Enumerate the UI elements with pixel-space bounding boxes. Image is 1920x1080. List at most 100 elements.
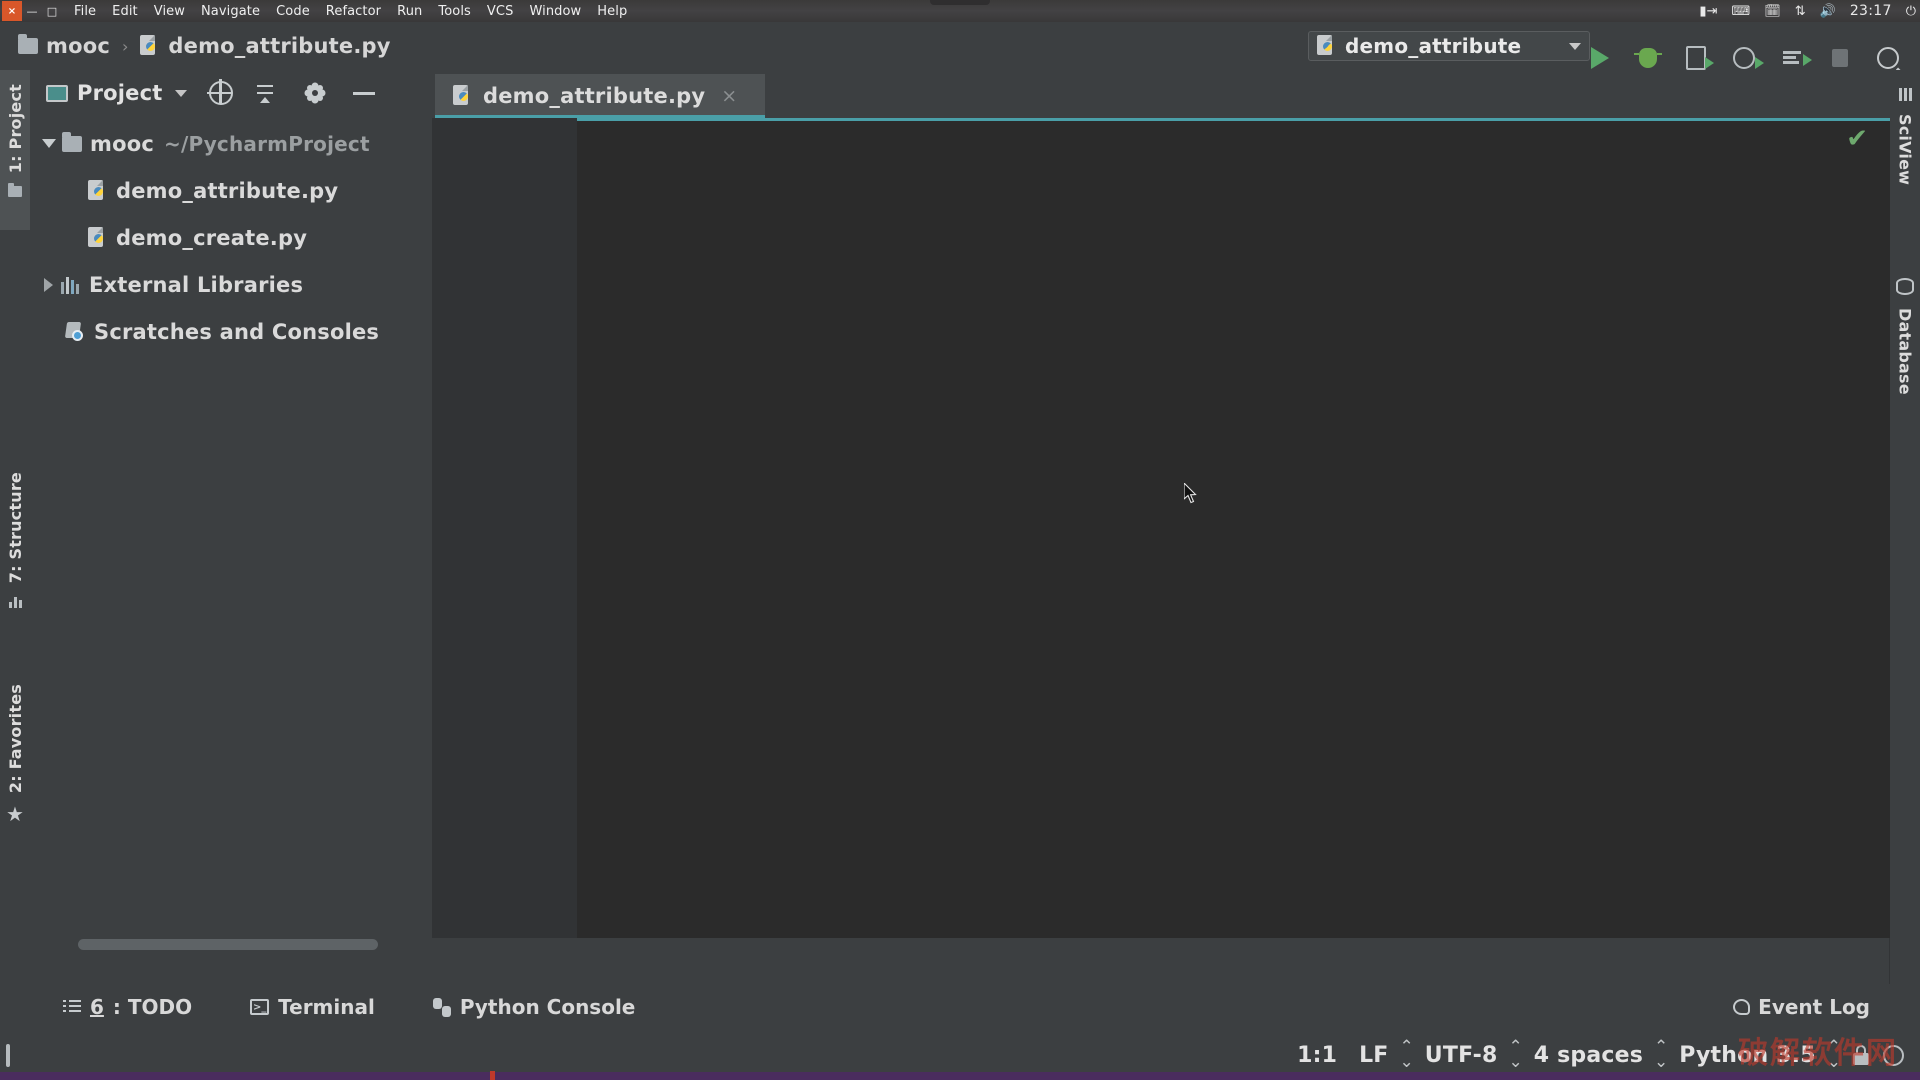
breadcrumb-item-file[interactable]: demo_attribute.py: [134, 32, 396, 60]
close-icon[interactable]: ×: [721, 85, 737, 107]
bottom-item-todo[interactable]: 6 : TODO: [63, 995, 192, 1019]
mouse-pointer-icon: [1184, 483, 1197, 504]
tree-item-label: mooc: [90, 131, 154, 156]
chevron-right-icon[interactable]: [44, 277, 53, 292]
tree-row-external-libraries[interactable]: External Libraries: [30, 261, 432, 308]
chevron-down-icon: [1569, 42, 1581, 50]
window-notch: [930, 0, 990, 5]
search-everywhere-button[interactable]: [1876, 46, 1900, 70]
menu-item-code[interactable]: Code: [276, 4, 310, 19]
menu-item-navigate[interactable]: Navigate: [201, 4, 260, 19]
sidebar-item-sciview[interactable]: SciView: [1890, 78, 1920, 238]
event-log-button[interactable]: Event Log: [1733, 995, 1870, 1019]
chevron-updown-icon: ⌃ ⌄: [1508, 1036, 1523, 1072]
network-updown-icon[interactable]: ⇅: [1795, 5, 1806, 18]
menu-item-run[interactable]: Run: [397, 4, 422, 19]
python-config-icon: [1317, 35, 1337, 57]
tree-item-label: demo_create.py: [116, 225, 308, 250]
console-run-icon: [1783, 51, 1812, 66]
bottom-item-python-console[interactable]: Python Console: [432, 995, 635, 1019]
menu-item-vcs[interactable]: VCS: [487, 4, 514, 19]
tab-demo-attribute[interactable]: demo_attribute.py ×: [435, 74, 765, 118]
bug-icon: [1634, 48, 1662, 68]
code-editor[interactable]: ✔: [432, 118, 1890, 938]
menu-item-help[interactable]: Help: [597, 4, 627, 19]
tree-row-scratches[interactable]: Scratches and Consoles: [30, 308, 432, 355]
main-menu: File Edit View Navigate Code Refactor Ru…: [74, 4, 627, 19]
breadcrumb: mooc › demo_attribute.py: [12, 32, 397, 60]
run-with-console-button[interactable]: [1780, 46, 1812, 70]
stop-button[interactable]: [1828, 46, 1852, 70]
database-icon: [1896, 278, 1914, 295]
system-clock[interactable]: 23:17: [1850, 4, 1892, 18]
sidebar-item-label: 7: Structure: [5, 472, 25, 584]
gear-icon[interactable]: [305, 83, 325, 103]
project-horizontal-scrollbar[interactable]: [78, 939, 378, 950]
tree-item-label: demo_attribute.py: [116, 178, 339, 203]
scratches-icon: [64, 321, 86, 342]
checkmark-icon[interactable]: ✔: [1846, 126, 1868, 152]
bottom-item-label: : TODO: [112, 995, 193, 1019]
collapse-all-icon[interactable]: [255, 83, 275, 103]
keyboard-icon[interactable]: ⌨: [1731, 5, 1750, 18]
smiley-icon[interactable]: [1883, 1044, 1904, 1066]
project-window-icon: [46, 84, 68, 102]
volume-icon[interactable]: 🔊: [1820, 5, 1836, 18]
file-encoding[interactable]: UTF-8: [1414, 1043, 1509, 1068]
maximize-window-icon: [6, 1043, 10, 1067]
sidebar-item-favorites[interactable]: 2: Favorites ★: [0, 670, 30, 840]
run-button[interactable]: [1588, 46, 1612, 70]
debug-button[interactable]: [1634, 46, 1662, 70]
project-panel-title: Project: [77, 81, 163, 105]
bottom-item-index: 6: [90, 995, 104, 1019]
sidebar-item-structure[interactable]: 7: Structure: [0, 458, 30, 638]
stop-icon: [1832, 49, 1848, 67]
editor-gutter[interactable]: [432, 118, 577, 938]
minimize-window-button[interactable]: —: [22, 1, 42, 21]
bottom-accent-line: [0, 1072, 1920, 1080]
run-configuration-selector[interactable]: demo_attribute: [1308, 31, 1590, 61]
tree-row-demo-attribute[interactable]: demo_attribute.py: [30, 167, 432, 214]
menu-item-window[interactable]: Window: [529, 4, 581, 19]
power-icon[interactable]: ⏻: [1906, 5, 1916, 18]
tree-row-demo-create[interactable]: demo_create.py: [30, 214, 432, 261]
breadcrumb-item-mooc[interactable]: mooc: [12, 32, 116, 60]
tree-row-mooc[interactable]: mooc ~/PycharmProject: [30, 120, 432, 167]
run-with-coverage-button[interactable]: [1684, 46, 1714, 70]
toggle-toolwindows-button[interactable]: [6, 1043, 10, 1067]
keyboard-switch-icon[interactable]: ▮⇥: [1699, 5, 1717, 18]
menu-item-file[interactable]: File: [74, 4, 96, 19]
target-icon[interactable]: [206, 79, 233, 105]
coverage-icon: [1686, 46, 1714, 70]
status-bar: 1:1 LF ⌃ ⌄ UTF-8 ⌃ ⌄ 4 spaces ⌃ ⌄ Python 3.…: [0, 1030, 1920, 1080]
lock-icon[interactable]: [1853, 1045, 1869, 1065]
chevron-down-icon[interactable]: [42, 139, 56, 148]
editor-text-area[interactable]: [577, 121, 1890, 938]
menu-item-edit[interactable]: Edit: [112, 4, 138, 19]
line-separator[interactable]: LF: [1348, 1043, 1399, 1068]
menu-item-refactor[interactable]: Refactor: [326, 4, 381, 19]
sidebar-item-database[interactable]: Database: [1890, 268, 1920, 438]
status-bar-items: 1:1 LF ⌃ ⌄ UTF-8 ⌃ ⌄ 4 spaces ⌃ ⌄ Python 3.…: [1286, 1036, 1904, 1072]
indent-setting[interactable]: 4 spaces: [1523, 1043, 1654, 1068]
maximize-window-button[interactable]: □: [42, 1, 62, 21]
close-window-button[interactable]: ×: [2, 1, 22, 21]
caret-position[interactable]: 1:1: [1286, 1043, 1348, 1068]
project-tree: mooc ~/PycharmProject demo_attribute.py …: [30, 116, 432, 355]
sidebar-item-label: Database: [1895, 308, 1915, 395]
python-interpreter[interactable]: Python 3.5: [1668, 1043, 1826, 1068]
minimize-icon[interactable]: [352, 83, 375, 103]
chevron-down-icon[interactable]: [174, 89, 187, 97]
breadcrumb-label: demo_attribute.py: [168, 34, 391, 58]
event-log-icon: [1733, 999, 1751, 1015]
calendar-icon[interactable]: 🗓: [1764, 5, 1781, 18]
menu-item-tools[interactable]: Tools: [438, 4, 471, 19]
os-menu-bar: × — □ File Edit View Navigate Code Refac…: [0, 0, 1920, 22]
profile-button[interactable]: [1732, 46, 1764, 70]
bottom-item-terminal[interactable]: >_ Terminal: [250, 995, 375, 1019]
breadcrumb-label: mooc: [46, 34, 110, 58]
structure-icon: [8, 596, 22, 609]
menu-item-view[interactable]: View: [154, 4, 185, 19]
play-icon: [1591, 47, 1609, 69]
sidebar-item-project[interactable]: 1: Project: [0, 70, 30, 230]
